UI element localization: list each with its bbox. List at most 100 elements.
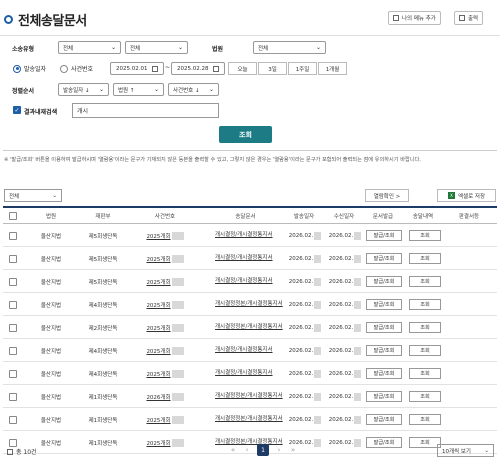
row-checkbox[interactable]	[9, 323, 17, 332]
document-link[interactable]: 개시결정/개시결정통지서	[215, 347, 273, 354]
reading-confirm-button[interactable]: 열람확인 >	[365, 189, 409, 202]
period-today-button[interactable]: 오늘	[228, 62, 257, 75]
first-page-button[interactable]: «	[226, 446, 240, 454]
add-my-menu-button[interactable]: 나의 메뉴 추가	[388, 11, 441, 25]
case-number-link[interactable]: 2025개회	[146, 232, 170, 240]
document-link[interactable]: 개시결정/개시결정통지서	[215, 370, 273, 377]
case-number-link[interactable]: 2026개회	[146, 393, 170, 401]
case-number-cell[interactable]: 2026개회	[140, 385, 190, 408]
case-number-link[interactable]: 2025개회	[146, 255, 170, 263]
case-number-cell[interactable]: 2025개회	[140, 316, 190, 339]
case-number-link[interactable]: 2025개회	[146, 370, 170, 378]
court-select[interactable]: 전체 ⌄	[253, 41, 326, 54]
radio-issue-date[interactable]: 발송일자	[13, 64, 46, 73]
current-page[interactable]: 1	[257, 444, 269, 456]
row-checkbox[interactable]	[9, 300, 17, 309]
radio-case-number[interactable]: 사건번호	[60, 64, 93, 73]
row-checkbox[interactable]	[9, 254, 17, 263]
history-view-button[interactable]: 조회	[409, 276, 441, 287]
calendar-icon[interactable]	[213, 65, 219, 72]
header-select-all[interactable]	[7, 208, 19, 224]
document-cell[interactable]: 개시결정정본/개시결정통지서	[215, 293, 287, 316]
document-cell[interactable]: 개시결정정본/개시결정통지서	[215, 385, 287, 408]
case-number-link[interactable]: 2025개회	[146, 416, 170, 424]
sort-select-2[interactable]: 법원 ↑ ⌄	[113, 83, 164, 96]
row-checkbox[interactable]	[9, 392, 17, 401]
case-number-link[interactable]: 2025개회	[146, 324, 170, 332]
document-cell[interactable]: 개시결정/개시결정통지서	[215, 362, 287, 385]
document-link[interactable]: 개시결정정본/개시결정통지서	[215, 393, 283, 400]
document-link[interactable]: 개시결정/개시결정통지서	[215, 278, 273, 285]
row-checkbox[interactable]	[9, 231, 17, 240]
period-3days-button[interactable]: 3일	[258, 62, 287, 75]
issue-view-button[interactable]: 발급/조회	[366, 414, 402, 425]
document-link[interactable]: 개시결정정본/개시결정통지서	[215, 416, 283, 423]
prev-page-button[interactable]: ‹	[240, 446, 254, 454]
row-checkbox[interactable]	[9, 346, 17, 355]
case-number-cell[interactable]: 2025개회	[140, 293, 190, 316]
list-filter-select[interactable]: 전체 ⌄	[4, 189, 62, 202]
issue-view-button[interactable]: 발급/조회	[366, 276, 402, 287]
per-page-select[interactable]: 10개씩 보기 ⌄	[437, 444, 494, 457]
case-number-link[interactable]: 2025개회	[146, 278, 170, 286]
document-cell[interactable]: 개시결정/개시결정통지서	[215, 270, 287, 293]
row-checkbox[interactable]	[9, 438, 17, 447]
row-checkbox[interactable]	[9, 369, 17, 378]
date-to-input[interactable]: 2025.02.28	[171, 62, 225, 75]
issue-view-button[interactable]: 발급/조회	[366, 368, 402, 379]
case-number-cell[interactable]: 2025개회	[140, 270, 190, 293]
document-link[interactable]: 개시결정정본/개시결정통지서	[215, 324, 283, 331]
document-cell[interactable]: 개시결정/개시결정통지서	[215, 224, 287, 247]
case-number-link[interactable]: 2025개회	[146, 347, 170, 355]
calendar-icon[interactable]	[152, 65, 158, 72]
case-number-cell[interactable]: 2025개회	[140, 408, 190, 431]
document-cell[interactable]: 개시결정/개시결정통지서	[215, 339, 287, 362]
case-number-cell[interactable]: 2025개회	[140, 247, 190, 270]
history-view-button[interactable]: 조회	[409, 391, 441, 402]
history-view-button[interactable]: 조회	[409, 414, 441, 425]
issue-view-button[interactable]: 발급/조회	[366, 345, 402, 356]
case-number-cell[interactable]: 2025개회	[140, 224, 190, 247]
case-subtype-select[interactable]: 전체 ⌄	[125, 41, 188, 54]
case-number-cell[interactable]: 2025개회	[140, 431, 190, 454]
period-1month-button[interactable]: 1개월	[318, 62, 347, 75]
next-page-button[interactable]: ›	[272, 446, 286, 454]
history-view-button[interactable]: 조회	[409, 345, 441, 356]
history-view-button[interactable]: 조회	[409, 322, 441, 333]
document-cell[interactable]: 개시결정정본/개시결정통지서	[215, 316, 287, 339]
issue-view-button[interactable]: 발급/조회	[366, 391, 402, 402]
document-link[interactable]: 개시결정/개시결정통지서	[215, 232, 273, 239]
result-search-checkbox[interactable]: ✓	[13, 106, 21, 114]
period-1week-button[interactable]: 1주일	[288, 62, 317, 75]
case-number-cell[interactable]: 2025개회	[140, 339, 190, 362]
date-from-input[interactable]: 2025.02.01	[110, 62, 164, 75]
issue-view-button[interactable]: 발급/조회	[366, 230, 402, 241]
document-link[interactable]: 개시결정/개시결정통지서	[215, 255, 273, 262]
document-cell[interactable]: 개시결정/개시결정통지서	[215, 247, 287, 270]
print-button[interactable]: 출력	[454, 11, 484, 25]
excel-save-button[interactable]: X 엑셀로 저장	[437, 189, 496, 202]
result-search-input[interactable]: 개시	[72, 103, 219, 118]
sort-select-1[interactable]: 발송일자 ↓ ⌄	[58, 83, 109, 96]
sort-select-3[interactable]: 사건번호 ↓ ⌄	[168, 83, 219, 96]
issue-view-button[interactable]: 발급/조회	[366, 253, 402, 264]
case-number-cell[interactable]: 2025개회	[140, 362, 190, 385]
document-link[interactable]: 개시결정정본/개시결정통지서	[215, 301, 283, 308]
history-view-button[interactable]: 조회	[409, 253, 441, 264]
history-view-button[interactable]: 조회	[409, 368, 441, 379]
issue-view-button[interactable]: 발급/조회	[366, 322, 402, 333]
issue-view-button[interactable]: 발급/조회	[366, 299, 402, 310]
issue-view-button[interactable]: 발급/조회	[366, 437, 402, 448]
select-all-checkbox[interactable]	[9, 212, 17, 220]
document-cell[interactable]: 개시결정정본/개시결정통지서	[215, 408, 287, 431]
row-checkbox[interactable]	[9, 415, 17, 424]
history-view-button[interactable]: 조회	[409, 299, 441, 310]
search-button[interactable]: 조회	[219, 126, 272, 143]
row-checkbox[interactable]	[9, 277, 17, 286]
court-label: 법원	[212, 46, 224, 53]
case-number-link[interactable]: 2025개회	[146, 301, 170, 309]
case-number-link[interactable]: 2025개회	[146, 439, 170, 447]
last-page-button[interactable]: »	[286, 446, 300, 454]
history-view-button[interactable]: 조회	[409, 230, 441, 241]
case-type-select[interactable]: 전체 ⌄	[58, 41, 121, 54]
